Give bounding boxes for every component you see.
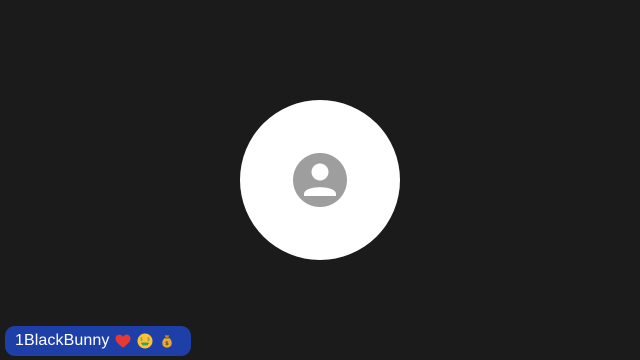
money-mouth-face-icon: $ $ [137,333,152,349]
participant-name: 1BlackBunny [15,332,110,349]
red-heart-icon [115,334,130,348]
participant-name-tag: 1BlackBunny $ $ $ [5,326,191,356]
svg-text:$: $ [165,341,169,347]
money-bag-icon: $ [161,335,172,348]
person-icon [293,153,347,207]
svg-text:$: $ [147,336,150,342]
svg-text:$: $ [140,336,143,342]
participant-video-tile[interactable]: 1BlackBunny $ $ $ [0,0,640,360]
